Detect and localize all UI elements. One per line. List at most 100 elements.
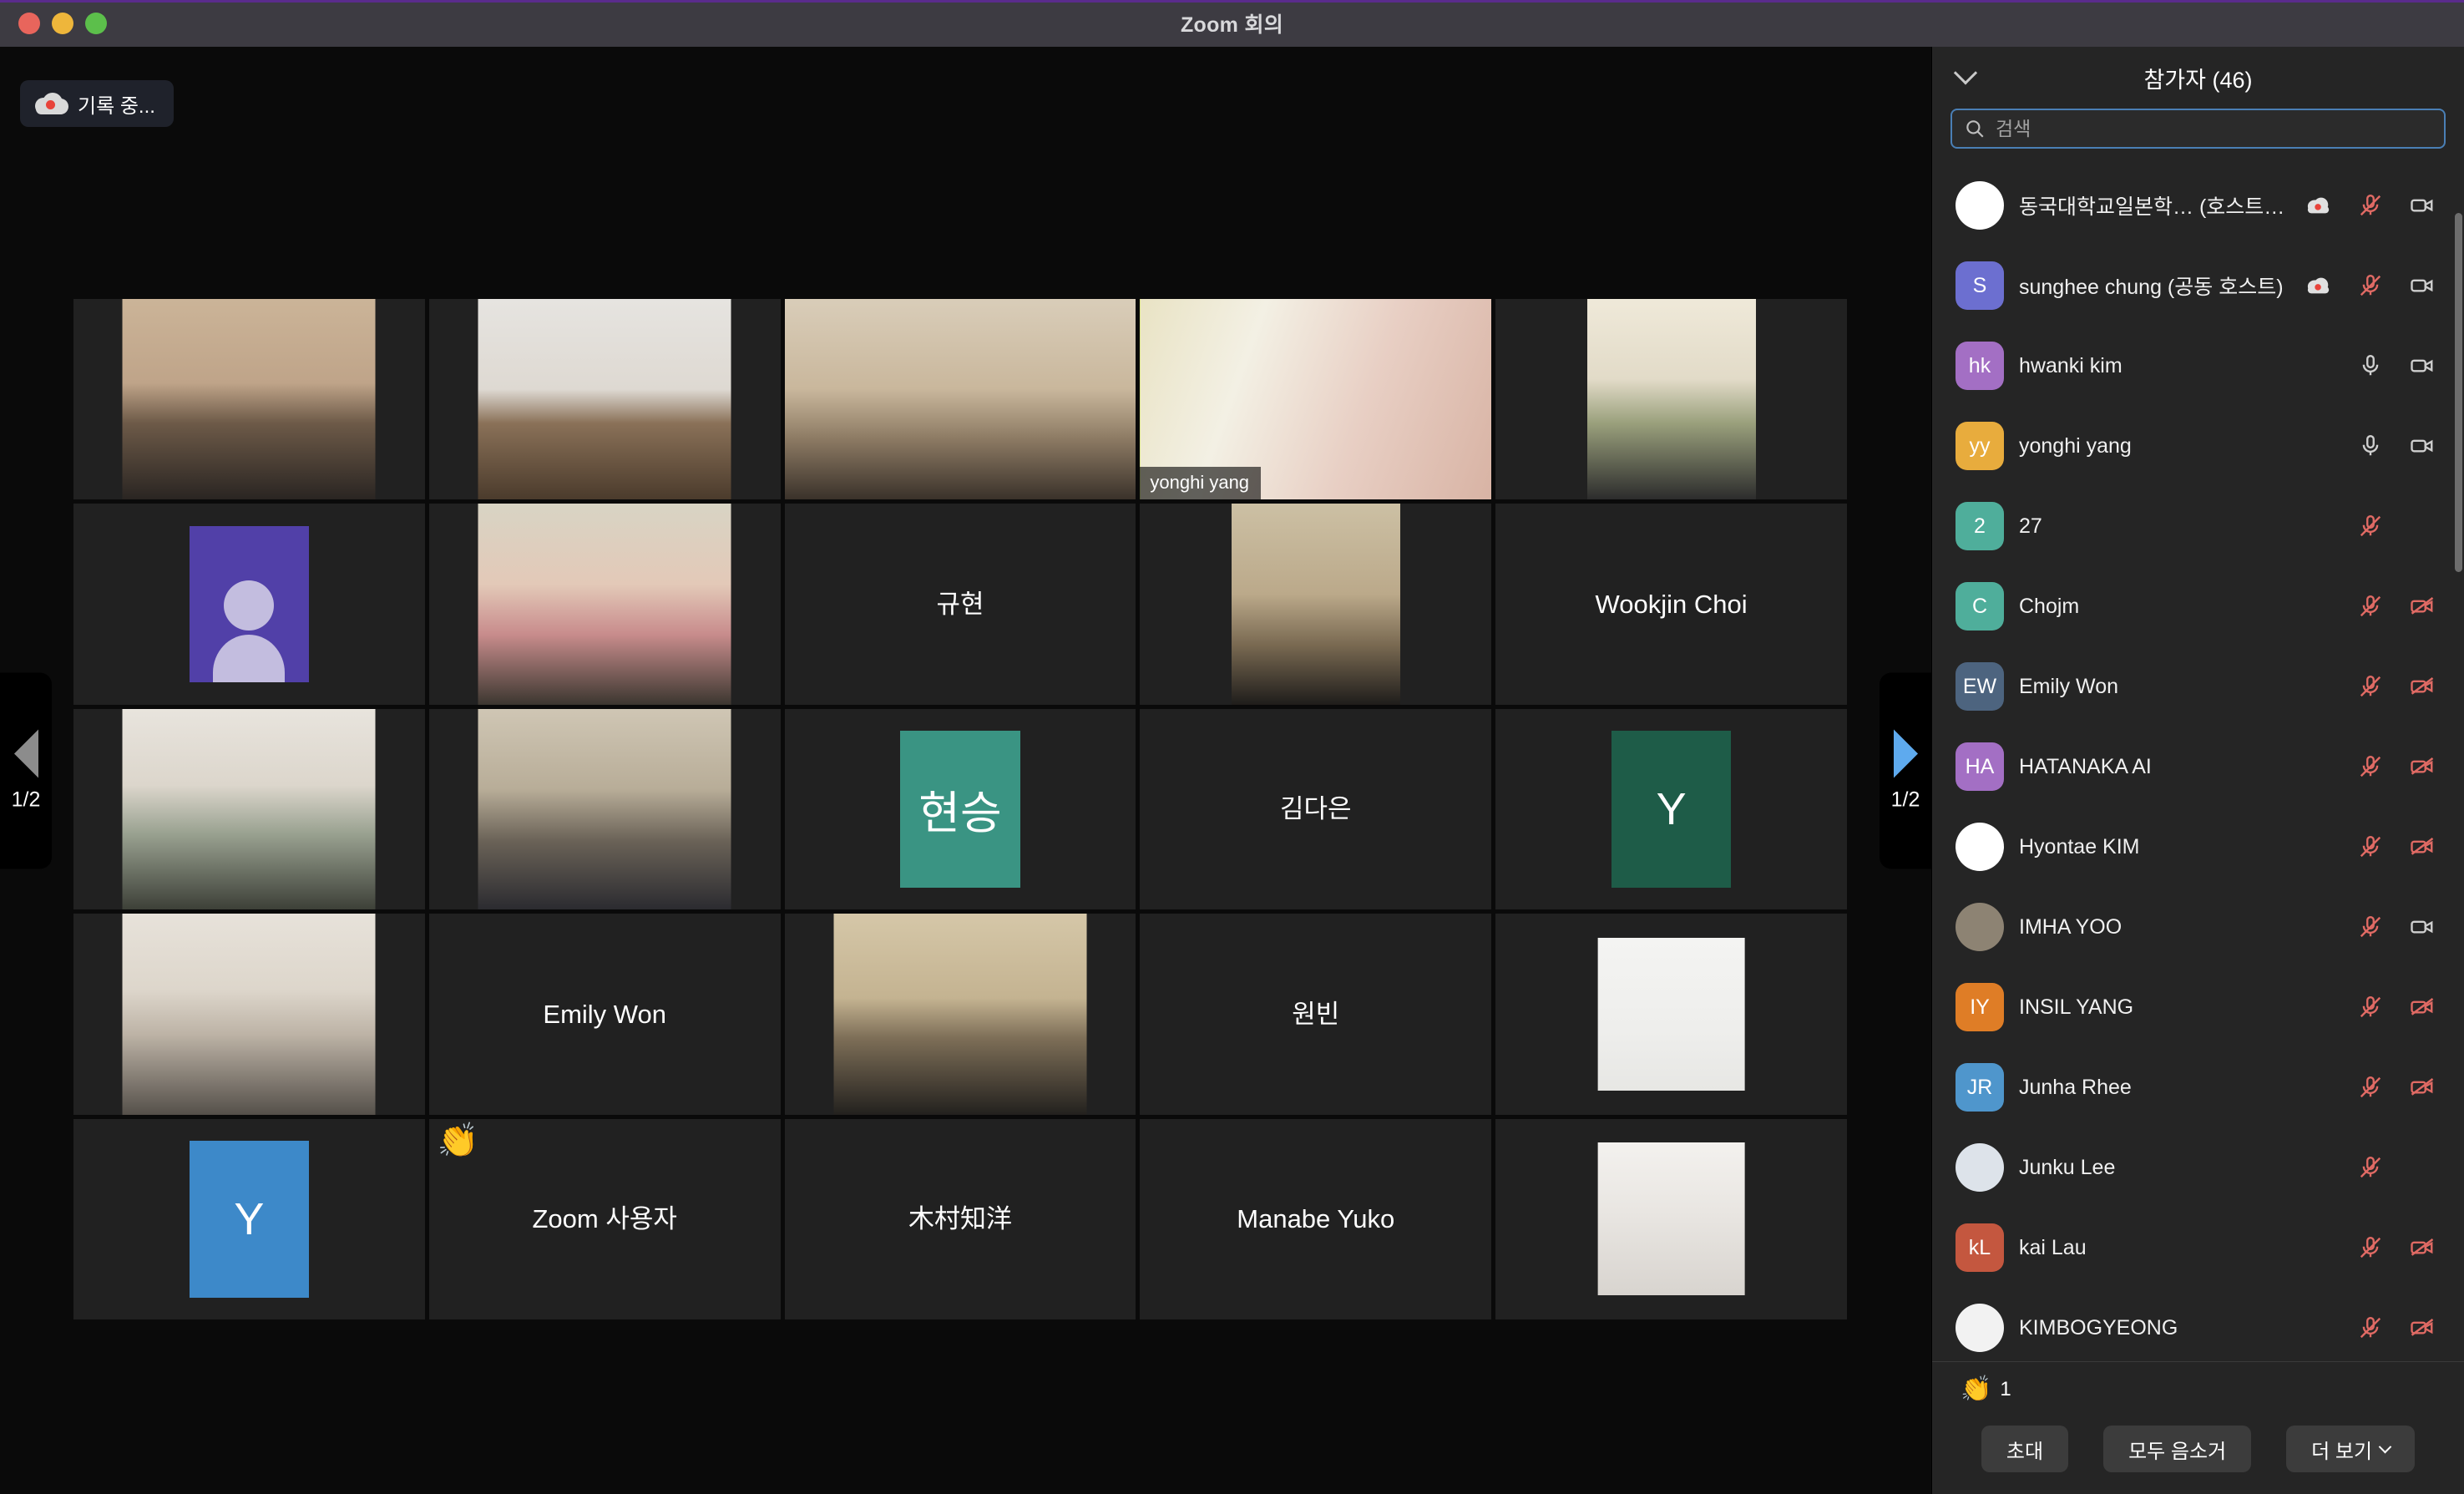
video-icon[interactable] <box>2406 352 2439 380</box>
microphone-muted-icon[interactable] <box>2354 1233 2387 1262</box>
video-off-icon[interactable] <box>2406 1314 2439 1342</box>
video-tile[interactable] <box>1495 914 1847 1115</box>
microphone-muted-icon[interactable] <box>2354 752 2387 781</box>
previous-page-button[interactable]: 1/2 <box>0 672 52 869</box>
video-off-icon[interactable] <box>2406 833 2439 861</box>
close-button[interactable] <box>18 13 40 34</box>
window-controls[interactable] <box>18 13 107 34</box>
cartoon-avatar-man-image <box>1597 1142 1745 1296</box>
video-tile[interactable]: 규현 <box>784 504 1136 705</box>
participant-row[interactable]: yy yonghi yang <box>1932 406 2464 486</box>
maximize-button[interactable] <box>85 13 107 34</box>
microphone-muted-icon[interactable] <box>2354 271 2387 300</box>
participant-row[interactable]: kL kai Lau <box>1932 1208 2464 1288</box>
video-tile[interactable] <box>73 914 425 1115</box>
microphone-icon[interactable] <box>2354 432 2387 460</box>
search-input[interactable] <box>1996 117 2432 140</box>
participant-row[interactable]: IY INSIL YANG <box>1932 967 2464 1047</box>
video-tile[interactable] <box>428 708 781 910</box>
microphone-muted-icon[interactable] <box>2354 1073 2387 1102</box>
video-tile[interactable]: Manabe Yuko <box>1140 1118 1492 1319</box>
participant-status-icons <box>2354 592 2439 620</box>
video-off-icon[interactable] <box>2406 1073 2439 1102</box>
microphone-muted-icon[interactable] <box>2354 672 2387 701</box>
participant-name: hwanki kim <box>2019 353 2122 377</box>
participant-row[interactable]: HA HATANAKA AI <box>1932 727 2464 807</box>
microphone-icon[interactable] <box>2354 352 2387 380</box>
video-icon[interactable] <box>2406 432 2439 460</box>
video-tile[interactable] <box>1495 1118 1847 1319</box>
participant-row[interactable]: C Chojm <box>1932 566 2464 646</box>
chevron-down-icon[interactable] <box>1953 61 1978 85</box>
video-tile[interactable] <box>784 299 1136 500</box>
video-tile[interactable] <box>73 504 425 705</box>
participant-row[interactable]: IMHA YOO <box>1932 887 2464 967</box>
cloud-record-icon <box>2307 197 2330 214</box>
minimize-button[interactable] <box>52 13 73 34</box>
video-tile[interactable]: 원빈 <box>1140 914 1492 1115</box>
participant-row[interactable]: EW Emily Won <box>1932 646 2464 727</box>
more-button[interactable]: 더 보기 <box>2286 1426 2416 1472</box>
participant-video <box>784 299 1136 500</box>
video-tile[interactable]: 현승 <box>784 708 1136 910</box>
video-tile[interactable] <box>428 299 781 500</box>
video-tile[interactable] <box>1140 504 1492 705</box>
video-off-icon[interactable] <box>2406 993 2439 1021</box>
video-tile[interactable] <box>428 504 781 705</box>
microphone-muted-icon[interactable] <box>2354 1314 2387 1342</box>
video-tile[interactable] <box>73 708 425 910</box>
video-off-icon[interactable] <box>2406 672 2439 701</box>
next-page-button[interactable]: 1/2 <box>1880 672 1931 869</box>
participant-name: sunghee chung (공동 호스트) <box>2019 276 2284 299</box>
participant-row[interactable]: KIMBOGYEONG <box>1932 1288 2464 1361</box>
video-tile[interactable]: Y <box>1495 708 1847 910</box>
video-icon[interactable] <box>2406 191 2439 220</box>
microphone-muted-icon[interactable] <box>2354 1153 2387 1182</box>
video-tile[interactable]: Y <box>73 1118 425 1319</box>
video-tile[interactable] <box>1495 299 1847 500</box>
video-tile[interactable] <box>73 299 425 500</box>
participant-row[interactable]: hk hwanki kim <box>1932 326 2464 406</box>
participant-status-icons <box>2354 913 2439 941</box>
video-icon[interactable] <box>2406 913 2439 941</box>
participant-initials-avatar: hk <box>1956 342 2004 390</box>
video-icon[interactable] <box>2406 512 2439 540</box>
participant-initials-avatar: yy <box>1956 422 2004 470</box>
clap-icon: 👏 <box>1961 1375 1992 1403</box>
video-tile[interactable]: Wookjin Choi <box>1495 504 1847 705</box>
video-tile[interactable]: Emily Won <box>428 914 781 1115</box>
search-box[interactable] <box>1950 109 2446 149</box>
participant-name: Junha Rhee <box>2019 1075 2132 1099</box>
microphone-muted-icon[interactable] <box>2354 592 2387 620</box>
participant-row[interactable]: 2 27 <box>1932 486 2464 566</box>
participant-row[interactable]: JR Junha Rhee <box>1932 1047 2464 1127</box>
recording-indicator[interactable]: 기록 중... <box>20 80 174 127</box>
participants-scrollbar[interactable] <box>2455 165 2462 1361</box>
participant-row[interactable]: Ssunghee chung (공동 호스트) <box>1932 246 2464 326</box>
video-icon[interactable] <box>2406 1153 2439 1182</box>
participant-row[interactable]: Hyontae KIM <box>1932 807 2464 887</box>
video-tile[interactable] <box>784 914 1136 1115</box>
reaction-summary[interactable]: 👏 1 <box>1932 1377 2464 1426</box>
video-tile[interactable]: Zoom 사용자 👏 <box>428 1118 781 1319</box>
microphone-muted-icon[interactable] <box>2354 993 2387 1021</box>
invite-button[interactable]: 초대 <box>1981 1426 2069 1472</box>
mute-all-button[interactable]: 모두 음소거 <box>2103 1426 2252 1472</box>
participants-list[interactable]: 동국대학교일본학… (호스트, 나) Ssunghee chung (공동 호스트… <box>1932 165 2464 1361</box>
video-tile[interactable]: 김다은 <box>1140 708 1492 910</box>
video-off-icon[interactable] <box>2406 592 2439 620</box>
participant-row[interactable]: 동국대학교일본학… (호스트, 나) <box>1932 165 2464 246</box>
participant-row[interactable]: Junku Lee <box>1932 1127 2464 1208</box>
microphone-muted-icon[interactable] <box>2354 191 2387 220</box>
video-off-icon[interactable] <box>2406 752 2439 781</box>
video-tile[interactable]: yonghi yang <box>1140 299 1492 500</box>
video-icon[interactable] <box>2406 271 2439 300</box>
participants-title: 참가자 (46) <box>2143 67 2253 93</box>
microphone-muted-icon[interactable] <box>2354 833 2387 861</box>
microphone-muted-icon[interactable] <box>2354 913 2387 941</box>
tile-name-label: yonghi yang <box>1140 467 1262 500</box>
video-tile[interactable]: 木村知洋 <box>784 1118 1136 1319</box>
microphone-muted-icon[interactable] <box>2354 512 2387 540</box>
scrollbar-thumb[interactable] <box>2455 213 2462 572</box>
video-off-icon[interactable] <box>2406 1233 2439 1262</box>
